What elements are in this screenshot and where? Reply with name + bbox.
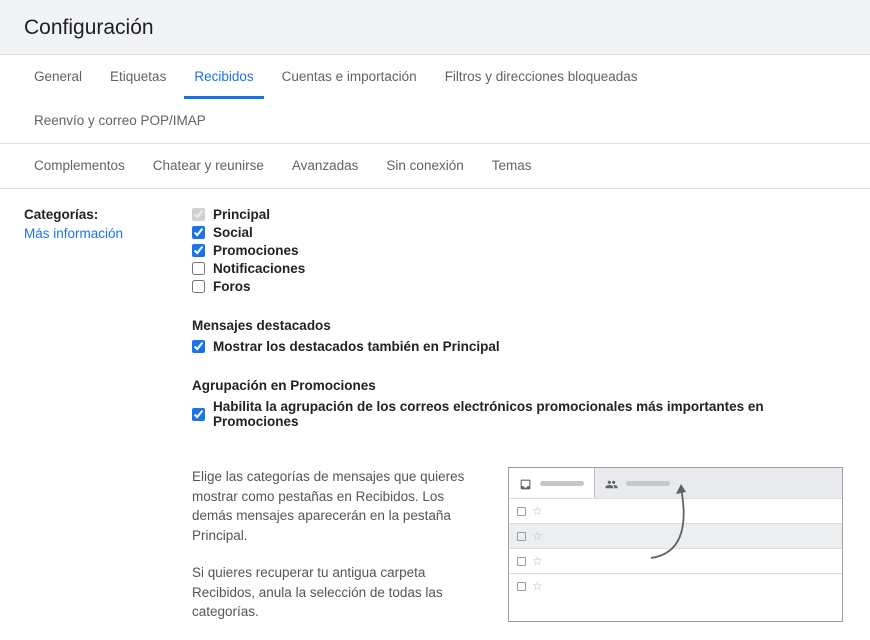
- checkbox-promociones[interactable]: [192, 244, 205, 257]
- checkbox-icon: [517, 557, 526, 566]
- tab-recibidos[interactable]: Recibidos: [184, 55, 263, 99]
- starred-heading: Mensajes destacados: [192, 318, 846, 333]
- left-column: Categorías: Más información: [24, 207, 192, 622]
- inbox-preview: ☆ ☆ ☆ ☆: [508, 467, 843, 622]
- star-icon: ☆: [532, 555, 543, 567]
- checkbox-icon: [517, 532, 526, 541]
- checkbox-notificaciones[interactable]: [192, 262, 205, 275]
- label-starred: Mostrar los destacados también en Princi…: [213, 339, 500, 354]
- section-label: Categorías:: [24, 207, 192, 222]
- tab-complementos[interactable]: Complementos: [24, 144, 135, 188]
- tab-temas[interactable]: Temas: [482, 144, 542, 188]
- label-notificaciones: Notificaciones: [213, 261, 305, 276]
- label-principal: Principal: [213, 207, 270, 222]
- label-foros: Foros: [213, 279, 251, 294]
- learn-more-link[interactable]: Más información: [24, 226, 192, 241]
- checkbox-foros[interactable]: [192, 280, 205, 293]
- preview-row: ☆: [509, 498, 842, 523]
- tab-reenvio[interactable]: Reenvío y correo POP/IMAP: [24, 99, 216, 143]
- checkbox-social[interactable]: [192, 226, 205, 239]
- preview-tab-social: [595, 468, 680, 498]
- tab-chatear[interactable]: Chatear y reunirse: [143, 144, 274, 188]
- preview-row: ☆: [509, 523, 842, 548]
- label-promociones: Promociones: [213, 243, 299, 258]
- tabs-row-1: General Etiquetas Recibidos Cuentas e im…: [0, 55, 870, 144]
- people-icon: [605, 478, 618, 489]
- checkbox-starred[interactable]: [192, 340, 205, 353]
- preview-tabs: [509, 468, 842, 498]
- description-text: Elige las categorías de mensajes que qui…: [192, 467, 468, 622]
- star-icon: ☆: [532, 580, 543, 592]
- checkbox-promo-group[interactable]: [192, 408, 205, 421]
- preview-row: ☆: [509, 548, 842, 573]
- preview-tab-line: [540, 481, 584, 486]
- preview-tab-line: [626, 481, 670, 486]
- label-social: Social: [213, 225, 253, 240]
- tab-avanzadas[interactable]: Avanzadas: [282, 144, 369, 188]
- inbox-icon: [519, 478, 532, 489]
- content-area: Categorías: Más información Principal So…: [0, 189, 870, 640]
- category-row-promociones: Promociones: [192, 243, 846, 258]
- tabs-row-2: Complementos Chatear y reunirse Avanzada…: [0, 144, 870, 189]
- star-icon: ☆: [532, 530, 543, 542]
- tab-general[interactable]: General: [24, 55, 92, 99]
- promo-group-row: Habilita la agrupación de los correos el…: [192, 399, 846, 429]
- starred-row: Mostrar los destacados también en Princi…: [192, 339, 846, 354]
- preview-row: ☆: [509, 573, 842, 598]
- description-p2: Si quieres recuperar tu antigua carpeta …: [192, 563, 468, 622]
- page-title: Configuración: [24, 16, 846, 40]
- checkbox-icon: [517, 507, 526, 516]
- category-row-foros: Foros: [192, 279, 846, 294]
- description-block: Elige las categorías de mensajes que qui…: [192, 467, 846, 622]
- preview-tab-primary: [509, 468, 595, 498]
- checkbox-principal: [192, 208, 205, 221]
- tab-filtros[interactable]: Filtros y direcciones bloqueadas: [435, 55, 648, 99]
- promo-group-heading: Agrupación en Promociones: [192, 378, 846, 393]
- description-p1: Elige las categorías de mensajes que qui…: [192, 467, 468, 545]
- category-row-social: Social: [192, 225, 846, 240]
- tab-etiquetas[interactable]: Etiquetas: [100, 55, 176, 99]
- category-row-notificaciones: Notificaciones: [192, 261, 846, 276]
- header-bar: Configuración: [0, 0, 870, 55]
- tab-cuentas[interactable]: Cuentas e importación: [272, 55, 427, 99]
- tab-sinconexion[interactable]: Sin conexión: [376, 144, 473, 188]
- right-column: Principal Social Promociones Notificacio…: [192, 207, 846, 622]
- label-promo-group: Habilita la agrupación de los correos el…: [213, 399, 846, 429]
- star-icon: ☆: [532, 505, 543, 517]
- category-row-principal: Principal: [192, 207, 846, 222]
